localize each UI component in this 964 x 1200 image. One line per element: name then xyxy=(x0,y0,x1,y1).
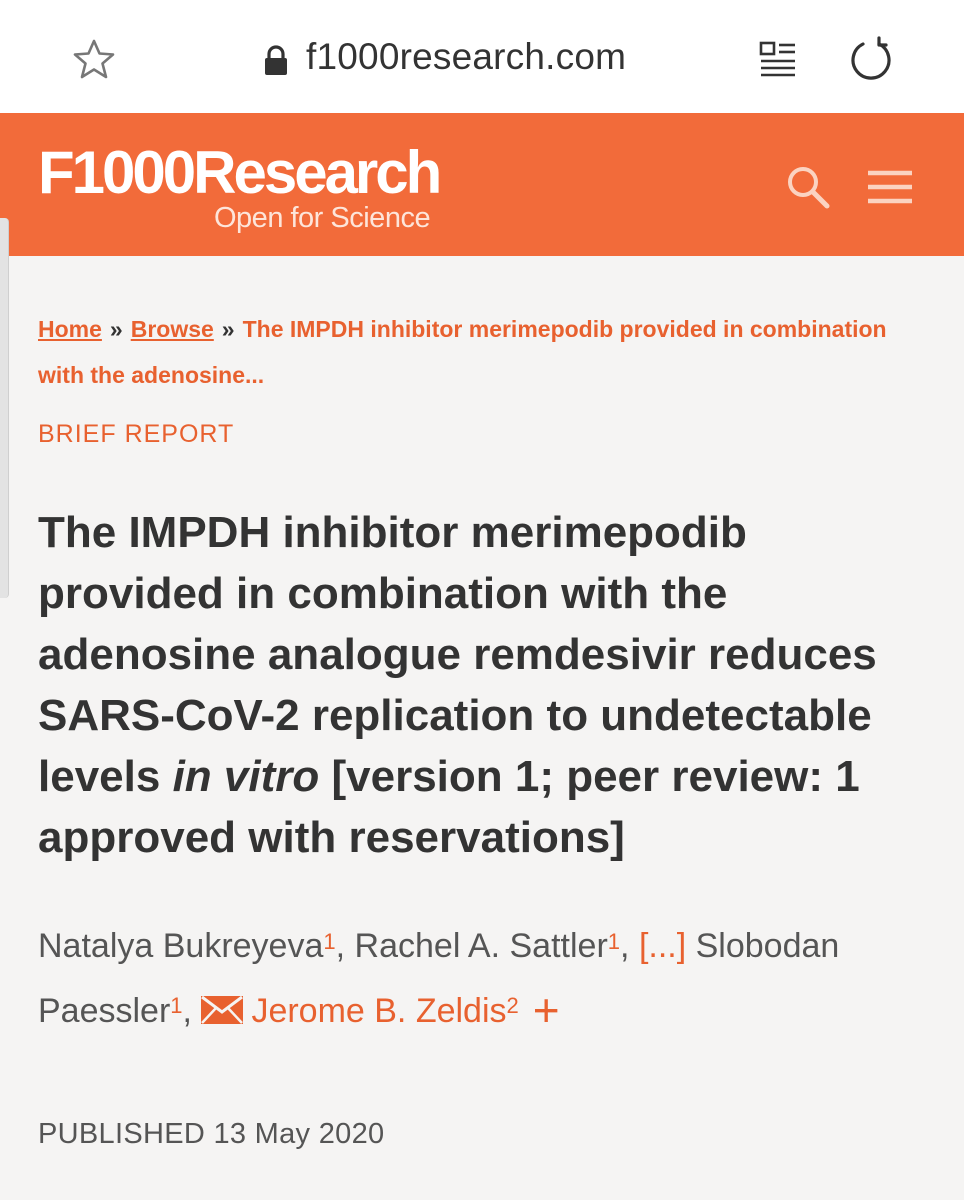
author-name: Jerome B. Zeldis xyxy=(251,992,507,1030)
hamburger-menu-icon[interactable] xyxy=(866,167,914,207)
envelope-icon xyxy=(201,996,244,1024)
author-affiliation: 1 xyxy=(607,929,621,954)
author-affiliation: 2 xyxy=(506,993,519,1018)
author-name[interactable]: Rachel A. Sattler xyxy=(355,927,608,965)
authors-expand-ellipsis[interactable]: [...] xyxy=(639,927,686,965)
breadcrumb-separator: » xyxy=(221,316,235,342)
site-header: F1000Research Open for Science xyxy=(0,113,964,256)
url-text[interactable]: f1000research.com xyxy=(306,36,626,78)
browser-url-bar: f1000research.com xyxy=(0,0,964,114)
publication-date: PUBLISHED 13 May 2020 xyxy=(38,1118,384,1151)
reader-mode-icon[interactable] xyxy=(758,40,798,78)
search-icon[interactable] xyxy=(784,163,832,211)
author-affiliation: 1 xyxy=(170,993,183,1018)
published-label: PUBLISHED xyxy=(38,1118,206,1150)
logo-wordmark: F1000Research xyxy=(38,139,442,206)
title-italic: in vitro xyxy=(172,752,320,801)
article-type: BRIEF REPORT xyxy=(38,420,235,448)
edge-panel-handle[interactable] xyxy=(0,218,9,598)
corresponding-author[interactable]: Jerome B. Zeldis2 xyxy=(201,992,519,1030)
logo-tagline: Open for Science xyxy=(214,202,431,234)
breadcrumb-home-link[interactable]: Home xyxy=(38,316,102,342)
lock-icon xyxy=(265,45,287,75)
bookmark-star-icon[interactable] xyxy=(72,38,116,80)
breadcrumb: Home» Browse» The IMPDH inhibitor merimepo… xyxy=(38,306,898,398)
published-date: 13 May 2020 xyxy=(213,1118,385,1150)
author-name[interactable]: Natalya Bukreyeva xyxy=(38,927,323,965)
show-all-authors-button[interactable]: + xyxy=(533,984,560,1036)
article-title: The IMPDH inhibitor merimepodib provided… xyxy=(38,502,938,868)
site-logo[interactable]: F1000Research Open for Science xyxy=(38,139,442,235)
reload-icon[interactable] xyxy=(848,36,894,82)
author-affiliation: 1 xyxy=(323,929,336,954)
breadcrumb-separator: » xyxy=(109,316,123,342)
author-list: Natalya Bukreyeva1, Rachel A. Sattler1, … xyxy=(38,927,840,1036)
breadcrumb-browse-link[interactable]: Browse xyxy=(131,316,214,342)
